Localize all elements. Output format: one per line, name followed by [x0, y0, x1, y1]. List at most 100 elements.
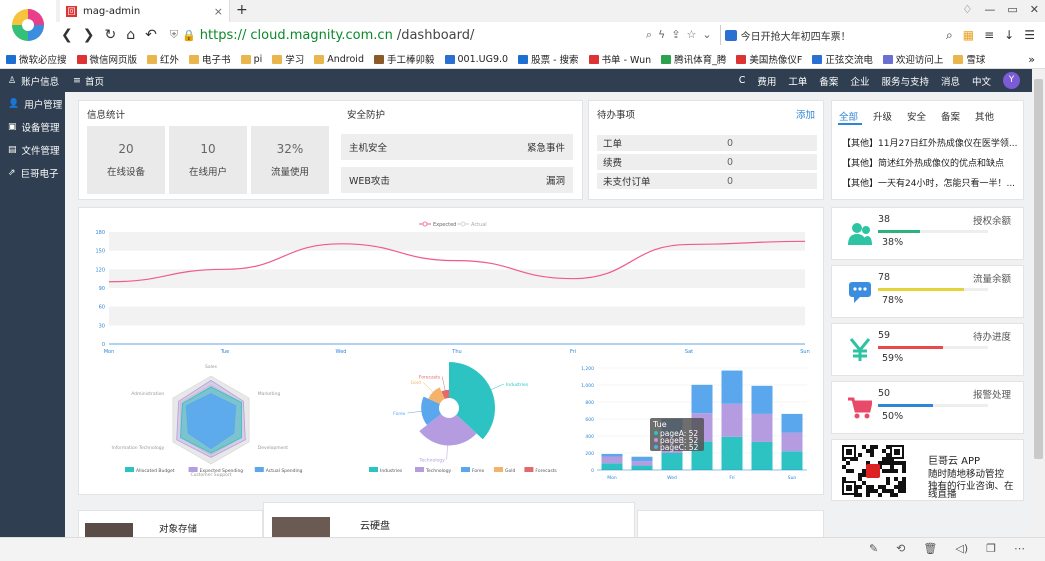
todo-item[interactable]: 工单 0 — [597, 135, 817, 151]
bar-segment-pageC[interactable] — [751, 385, 773, 414]
top-menu-item[interactable]: 工单 — [788, 74, 807, 88]
refresh-icon[interactable]: ⟲ — [896, 542, 905, 555]
top-menu-item[interactable]: 服务与支持 — [881, 74, 929, 88]
chevron-down-icon[interactable]: ⌄ — [702, 28, 711, 42]
bookmark-item[interactable]: pi — [240, 54, 262, 65]
bookmark-item[interactable]: 正弦交流电 — [812, 52, 873, 66]
search-box[interactable]: 今日开抢大年初四车票！ — [719, 25, 940, 45]
bar-segment-pageB[interactable] — [601, 456, 623, 464]
bar-segment-pageB[interactable] — [631, 461, 653, 466]
bookmark-item[interactable]: 雪球 — [953, 52, 985, 66]
legend-label[interactable]: Actual Spending — [266, 468, 303, 474]
top-menu-item[interactable]: 备案 — [819, 74, 838, 88]
close-tab-icon[interactable]: × — [214, 5, 223, 18]
sidebar-item[interactable]: ⇗ 巨哥电子 — [0, 161, 65, 184]
bar-segment-pageA[interactable] — [751, 441, 773, 470]
page-scrollbar[interactable] — [1032, 69, 1045, 537]
bookmark-item[interactable]: 微软必应搜 — [6, 52, 67, 66]
shirt-icon[interactable]: ♢ — [963, 3, 973, 16]
scrollbar-thumb[interactable] — [1034, 79, 1043, 459]
sidebar-item[interactable]: ▣ 设备管理 — [0, 115, 65, 138]
bookmark-item[interactable]: 美国热像仪F — [736, 52, 802, 66]
pin-icon[interactable]: ✎ — [869, 542, 878, 555]
window-icon[interactable]: ❐ — [986, 542, 996, 555]
news-item[interactable]: 【其他】一天有24小时，怎能只看一半！... — [842, 176, 1020, 189]
bookmark-item[interactable]: 书单 - Wun — [588, 52, 651, 66]
legend-label[interactable]: Expected — [433, 222, 456, 228]
security-row[interactable]: 主机安全 紧急事件 — [341, 134, 573, 160]
bar-segment-pageC[interactable] — [601, 453, 623, 457]
legend-label[interactable]: Gold — [505, 468, 515, 474]
bar-segment-pageB[interactable] — [721, 403, 743, 437]
minimize-icon[interactable]: — — [984, 3, 995, 16]
disk-card[interactable]: 云硬盘 — [263, 502, 635, 537]
bar-segment-pageB[interactable] — [781, 432, 803, 452]
stat-card[interactable]: 10 在线用户 — [169, 126, 247, 194]
legend-label[interactable]: Forecasts — [535, 468, 557, 474]
metric-card[interactable]: 50 报警处理 50% — [831, 381, 1024, 434]
bottom-card-3[interactable] — [637, 510, 824, 537]
metric-card[interactable]: 38 授权余额 38% — [831, 207, 1024, 260]
news-tab[interactable]: 其他 — [975, 109, 994, 123]
qr-code-icon[interactable] — [840, 444, 906, 498]
bookmark-item[interactable]: 欢迎访问上 — [882, 52, 943, 66]
bar-segment-pageB[interactable] — [751, 413, 773, 442]
search-icon[interactable]: ⌕ — [646, 28, 652, 42]
lightning-icon[interactable]: ϟ — [658, 28, 665, 42]
apps-icon[interactable]: ▦ — [963, 28, 974, 43]
legend-label[interactable]: Industries — [380, 468, 403, 474]
stat-card[interactable]: 20 在线设备 — [87, 126, 165, 194]
address-bar[interactable]: ⛨ 🔒 https://cloud.magnity.com.cn/dashboa… — [170, 25, 640, 45]
metric-card[interactable]: 59 待办进度 59% — [831, 323, 1024, 376]
menu-icon[interactable]: ≡ — [984, 28, 994, 43]
reload-icon[interactable]: ↻ — [104, 27, 116, 43]
news-item[interactable]: 【其他】简述红外热成像仪的优点和缺点 — [842, 156, 1020, 169]
home-breadcrumb[interactable]: ≡ 首页 — [65, 74, 104, 88]
bar-segment-pageC[interactable] — [721, 370, 743, 404]
sidebar-item[interactable]: ♙ 账户信息 — [0, 69, 65, 92]
bookmark-item[interactable]: 手工棒卯毅 — [373, 52, 435, 66]
bar-segment-pageA[interactable] — [601, 463, 623, 470]
bookmark-item[interactable]: 001.UG9.0 — [444, 54, 508, 65]
bar-segment-pageC[interactable] — [781, 413, 803, 433]
bookmark-item[interactable]: 电子书 — [189, 52, 231, 66]
stat-card[interactable]: 32% 流量使用 — [251, 126, 329, 194]
sidebar-item[interactable]: ▤ 文件管理 — [0, 138, 65, 161]
more-bookmarks-icon[interactable]: » — [1028, 53, 1045, 66]
back-icon[interactable]: ❮ — [61, 27, 73, 43]
bookmark-item[interactable]: 微信网页版 — [76, 52, 137, 66]
legend-label[interactable]: Expected Spending — [200, 468, 244, 474]
undo-icon[interactable]: ↶ — [145, 27, 157, 43]
security-row[interactable]: WEB攻击 漏洞 — [341, 167, 573, 193]
trash-icon[interactable]: 🗑 — [923, 542, 937, 555]
top-menu-item[interactable]: 消息 — [941, 74, 960, 88]
top-menu-item[interactable]: 费用 — [757, 74, 776, 88]
bar-segment-pageC[interactable] — [631, 456, 653, 462]
restore-icon[interactable]: ▭ — [1007, 3, 1017, 16]
top-menu-item[interactable]: 企业 — [850, 74, 869, 88]
bar-segment-pageA[interactable] — [721, 436, 743, 470]
bookmark-item[interactable]: Android — [314, 54, 364, 65]
bookmark-item[interactable]: 红外 — [147, 52, 179, 66]
hamburger-icon[interactable]: ☰ — [1024, 28, 1035, 43]
todo-item[interactable]: 续费 0 — [597, 154, 817, 170]
storage-card[interactable]: 对象存储 — [78, 510, 263, 537]
todo-add-link[interactable]: 添加 — [796, 107, 815, 121]
menu-dots-icon[interactable]: ⋯ — [1014, 542, 1025, 555]
news-item[interactable]: 【其他】11月27日红外热成像仪在医学领... — [842, 136, 1020, 149]
new-tab-button[interactable]: + — [236, 2, 248, 18]
news-tab[interactable]: 备案 — [941, 109, 960, 123]
menu-toggle-icon[interactable]: ≡ — [73, 75, 81, 86]
bar-segment-pageA[interactable] — [631, 465, 653, 470]
sidebar-item[interactable]: 👤 用户管理 — [0, 92, 65, 115]
bookmark-item[interactable]: 腾讯体育_腾 — [661, 52, 726, 66]
metric-card[interactable]: 78 流量余额 78% — [831, 265, 1024, 318]
top-menu-item[interactable]: 中文 — [972, 74, 991, 88]
star-icon[interactable]: ☆ — [686, 28, 696, 42]
bar-segment-pageC[interactable] — [691, 384, 713, 414]
bar-segment-pageA[interactable] — [661, 453, 683, 470]
legend-label[interactable]: Technology — [425, 468, 452, 474]
legend-label[interactable]: Forex — [472, 468, 485, 474]
legend-label[interactable]: Actual — [471, 222, 487, 228]
bar-segment-pageA[interactable] — [781, 451, 803, 470]
